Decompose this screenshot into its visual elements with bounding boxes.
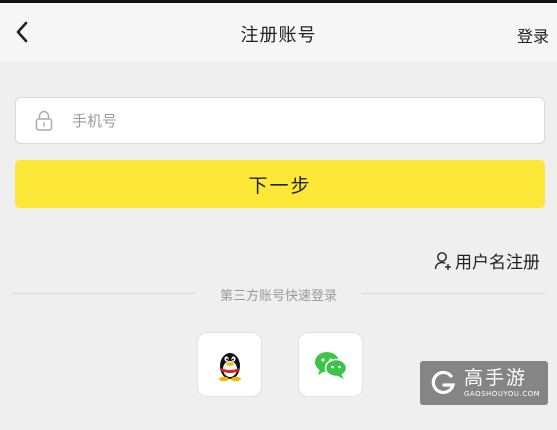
watermark: 高手游 GAOSHOUYOU.COM	[420, 361, 548, 405]
phone-field[interactable]	[15, 97, 545, 144]
page-title: 注册账号	[240, 25, 317, 46]
wechat-icon	[314, 351, 347, 379]
lock-icon	[34, 110, 54, 132]
third-party-divider-label: 第三方账号快速登录	[219, 289, 337, 304]
username-register-link[interactable]: 用户名注册	[434, 248, 540, 273]
watermark-main: 高手游	[464, 367, 528, 389]
phone-input[interactable]	[72, 98, 544, 143]
username-register-label: 用户名注册	[455, 253, 540, 273]
next-step-button[interactable]: 下一步	[15, 160, 545, 208]
user-add-icon	[434, 251, 451, 270]
wechat-login-button[interactable]	[298, 332, 363, 397]
login-link[interactable]: 登录	[517, 23, 549, 47]
watermark-sub: GAOSHOUYOU.COM	[464, 390, 541, 398]
top-navigation-bar: 注册账号 登录	[0, 0, 557, 62]
gaoshouyou-logo-icon	[431, 370, 456, 395]
qq-login-button[interactable]	[197, 332, 262, 397]
qq-icon	[218, 352, 241, 381]
